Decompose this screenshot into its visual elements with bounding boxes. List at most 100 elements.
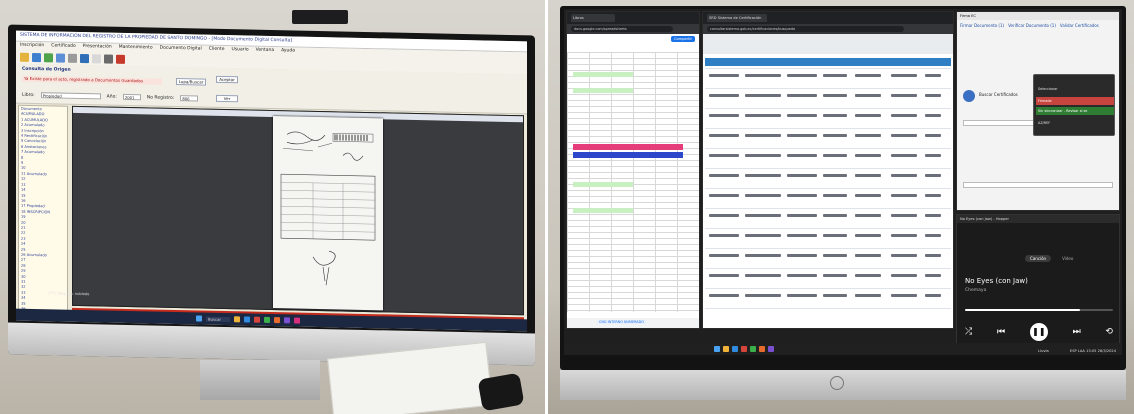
left-photo: SISTEMA DE INFORMACIÓN DEL REGISTRO DE L…: [0, 0, 545, 414]
web-app-window: SRD Sistema de Certificación consultarsi…: [702, 11, 954, 329]
tab-firmar[interactable]: Firmar Documento (1): [960, 23, 1004, 28]
menu-item[interactable]: Presentación: [83, 44, 112, 52]
browser-tab-strip: Libros: [567, 12, 699, 24]
table-cell-text: [823, 214, 847, 217]
browser-tab[interactable]: SRD Sistema de Certificación: [707, 14, 767, 22]
next-icon[interactable]: ⏭: [1073, 327, 1081, 337]
table-cell-text: [925, 234, 941, 237]
taskbar-app-icon[interactable]: [723, 346, 729, 352]
table-cell-text: [823, 194, 847, 197]
taskbar-app-icon[interactable]: [750, 346, 756, 352]
popup-item-selected[interactable]: Firmado: [1036, 97, 1114, 105]
taskbar-app-icon[interactable]: [264, 316, 270, 323]
table-cell-text: [787, 94, 817, 97]
menu-item[interactable]: Certificado: [51, 43, 75, 51]
table-cell-text: [855, 94, 881, 97]
table-cell-text: [823, 74, 847, 77]
tab-validar[interactable]: Validar Certificados: [1060, 23, 1099, 28]
right-monitor: Libros docs.google.com/spreadsheets Comp…: [560, 6, 1126, 370]
progress-track[interactable]: [965, 309, 1113, 311]
flag-icon[interactable]: [44, 53, 53, 63]
search-button[interactable]: Lupa/Buscar: [176, 77, 206, 86]
menu-item[interactable]: Mantenimiento: [119, 45, 153, 53]
table-cell-text: [823, 254, 847, 257]
taskbar-app-icon[interactable]: [759, 346, 765, 352]
print-icon[interactable]: [104, 54, 113, 64]
open-button[interactable]: Ver: [216, 94, 238, 103]
windows-taskbar: Lluvia ESP LAA 13:05 28/3/2024: [564, 343, 1122, 355]
registro-label: No Registro:: [146, 94, 175, 101]
table-cell-text: [855, 114, 881, 117]
check-icon[interactable]: [92, 54, 101, 64]
edit-icon[interactable]: [32, 52, 41, 63]
table-cell-text: [787, 214, 817, 217]
menu-item[interactable]: Ventana: [256, 48, 274, 55]
shuffle-icon[interactable]: ⤮: [965, 327, 972, 337]
taskbar-app-icon[interactable]: [254, 316, 260, 323]
table-cell-text: [891, 154, 917, 157]
menu-item[interactable]: Ayuda: [281, 48, 295, 55]
users-icon[interactable]: [56, 53, 65, 63]
table-cell-text: [823, 174, 847, 177]
song-artist: Chemaya: [965, 288, 987, 293]
warning-message: Ya Existe para el acto, registrado a Doc…: [22, 75, 162, 85]
taskbar-app-icon[interactable]: [732, 346, 738, 352]
table-cell-text: [787, 194, 817, 197]
open-icon[interactable]: [20, 52, 29, 62]
taskbar-app-icon[interactable]: [274, 317, 280, 324]
globe-icon[interactable]: [80, 53, 89, 64]
anio-field[interactable]: 2001: [122, 93, 141, 101]
computer-mouse: [477, 372, 525, 412]
results-table[interactable]: [705, 68, 951, 324]
left-monitor-screen: SISTEMA DE INFORMACIÓN DEL REGISTRO DE L…: [16, 30, 527, 332]
pause-button[interactable]: ❚❚: [1029, 323, 1048, 341]
tab-verificar[interactable]: Verificar Documento (1): [1008, 23, 1056, 28]
ok-button[interactable]: Aceptar: [216, 75, 238, 84]
taskbar-app-icon[interactable]: [284, 317, 290, 324]
table-cell-text: [745, 254, 781, 257]
table-cell-text: [891, 174, 917, 177]
exit-icon[interactable]: [116, 54, 125, 64]
browser-tab[interactable]: Libros: [571, 14, 615, 22]
table-cell-text: [823, 234, 847, 237]
repeat-icon[interactable]: ⟲: [1105, 327, 1113, 337]
sheet-tab[interactable]: CNG INTERNO NUMERADO: [597, 320, 646, 324]
popup-item[interactable]: Seleccionar: [1036, 85, 1114, 93]
windows-start-icon[interactable]: [714, 346, 720, 352]
tab-song[interactable]: Canción: [1025, 255, 1052, 262]
registro-field[interactable]: 806: [180, 95, 199, 102]
document-icon[interactable]: [68, 53, 77, 63]
monitor-stand: [200, 360, 320, 400]
taskbar-search[interactable]: Buscar: [206, 316, 230, 322]
taskbar-app-icon[interactable]: [741, 346, 747, 352]
table-cell-text: [855, 74, 881, 77]
cert-field[interactable]: [963, 182, 1113, 188]
spreadsheet-window: Libros docs.google.com/spreadsheets Comp…: [566, 11, 700, 329]
taskbar-app-icon[interactable]: [244, 316, 250, 323]
tab-video[interactable]: Video: [1057, 255, 1078, 262]
libro-field[interactable]: Propiedad: [40, 92, 101, 100]
menu-item[interactable]: Cliente: [209, 47, 225, 54]
tray-language[interactable]: ESP LAA: [1070, 349, 1085, 353]
menu-item[interactable]: Documento Digital: [160, 46, 202, 54]
menu-item[interactable]: Usuario: [232, 47, 249, 54]
table-cell-text: [925, 154, 941, 157]
popup-item-synced[interactable]: Sin sincronizar - Revisar si se: [1036, 107, 1114, 115]
address-bar-row: consultarsistema.gob.ec/certificaciones/…: [703, 24, 953, 34]
table-cell-text: [823, 274, 847, 277]
address-bar[interactable]: docs.google.com/spreadsheets: [571, 26, 674, 32]
taskbar-app-icon[interactable]: [294, 317, 300, 324]
share-button[interactable]: Compartir: [670, 36, 695, 42]
address-bar[interactable]: consultarsistema.gob.ec/certificaciones/…: [707, 26, 904, 32]
popup-item[interactable]: AZ/REF: [1036, 119, 1114, 127]
taskbar-app-icon[interactable]: [768, 346, 774, 352]
document-list[interactable]: Documento ACUMULADO 1 ACUMULADO 2 Acumulado…: [18, 104, 68, 314]
previous-icon[interactable]: ⏮: [997, 327, 1005, 337]
taskbar-app-icon[interactable]: [234, 316, 240, 323]
table-cell-text: [891, 274, 917, 277]
menu-item[interactable]: Inscripción: [20, 43, 44, 51]
table-cell-text: [787, 274, 817, 277]
windows-start-icon[interactable]: [196, 315, 202, 322]
table-cell-text: [709, 254, 739, 257]
table-cell-text: [823, 94, 847, 97]
